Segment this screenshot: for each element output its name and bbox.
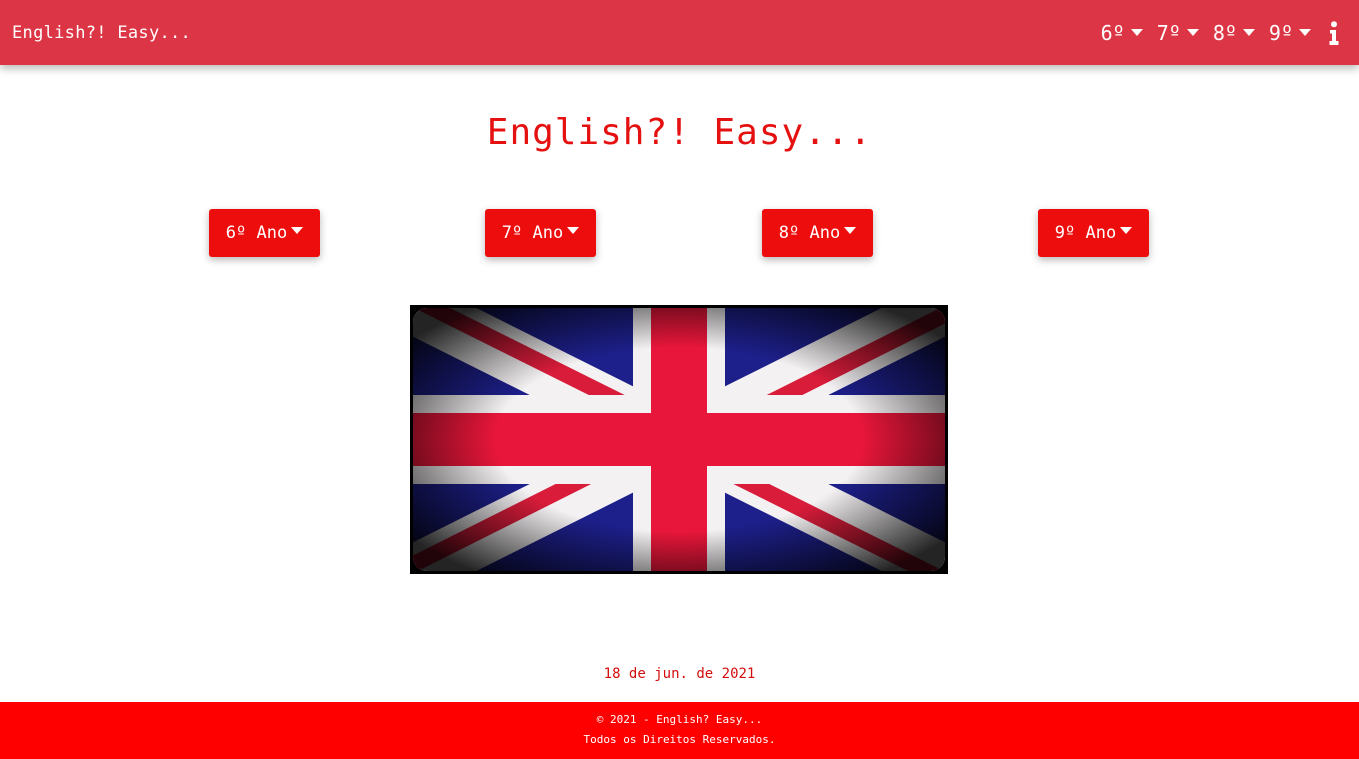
caret-down-icon	[1299, 29, 1311, 36]
caret-down-icon	[844, 226, 857, 234]
last-updated-date: 18 de jun. de 2021	[603, 666, 756, 682]
nav-dropdown-8-label: 8º	[1212, 20, 1237, 45]
grade-7-label: 7º Ano	[501, 223, 564, 243]
union-jack-flag-image	[410, 305, 948, 574]
grade-7-dropdown-button[interactable]: 7º Ano	[485, 209, 596, 257]
page-title: English?! Easy...	[486, 112, 873, 153]
grade-9-label: 9º Ano	[1054, 223, 1117, 243]
top-navbar: English?! Easy... 6º 7º 8º 9º	[0, 0, 1359, 65]
nav-dropdown-8[interactable]: 8º	[1213, 21, 1255, 45]
caret-down-icon	[1120, 226, 1133, 234]
footer-rights: Todos os Direitos Reservados.	[583, 733, 776, 746]
nav-dropdown-9-label: 9º	[1268, 20, 1293, 45]
caret-down-icon	[1130, 29, 1143, 36]
nav-dropdown-9[interactable]: 9º	[1269, 21, 1311, 45]
page-footer: © 2021 - English? Easy... Todos os Direi…	[0, 702, 1359, 759]
grade-6-dropdown-button[interactable]: 6º Ano	[209, 209, 320, 257]
caret-down-icon	[1242, 29, 1255, 36]
nav-dropdown-6-label: 6º	[1100, 20, 1125, 45]
grade-8-dropdown-button[interactable]: 8º Ano	[762, 209, 873, 257]
info-icon[interactable]	[1329, 20, 1339, 45]
nav-dropdown-7[interactable]: 7º	[1157, 21, 1199, 45]
caret-down-icon	[291, 226, 304, 234]
grade-6-label: 6º Ano	[225, 223, 288, 243]
navbar-brand[interactable]: English?! Easy...	[12, 23, 191, 43]
caret-down-icon	[567, 226, 580, 234]
navbar-menu: 6º 7º 8º 9º	[1101, 21, 1339, 45]
nav-dropdown-6[interactable]: 6º	[1101, 21, 1143, 45]
footer-copyright: © 2021 - English? Easy...	[596, 713, 763, 726]
nav-dropdown-7-label: 7º	[1156, 20, 1181, 45]
caret-down-icon	[1186, 29, 1199, 36]
grade-9-dropdown-button[interactable]: 9º Ano	[1038, 209, 1149, 257]
grade-8-label: 8º Ano	[778, 223, 841, 243]
